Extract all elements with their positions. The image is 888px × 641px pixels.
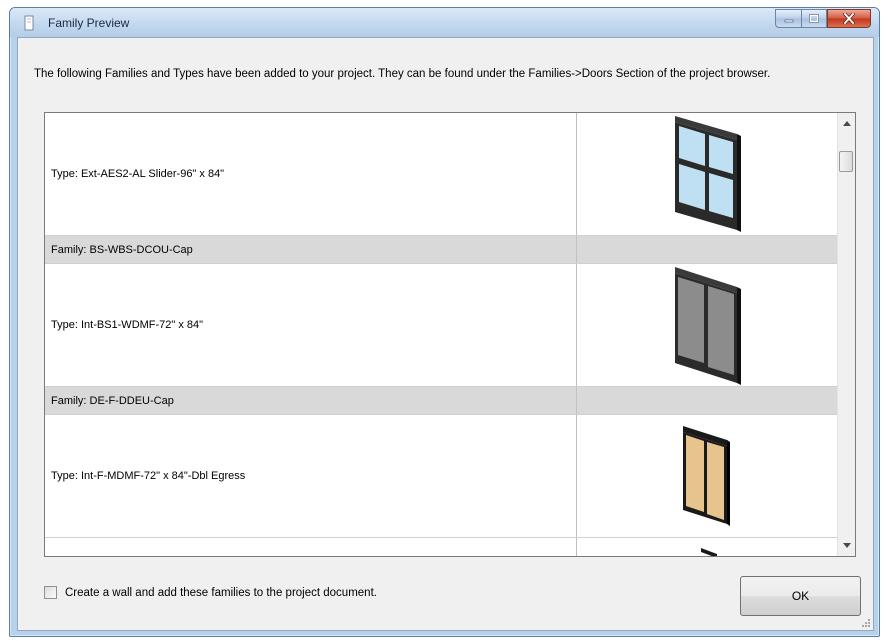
vertical-scrollbar[interactable] xyxy=(837,113,855,556)
list-item-type[interactable]: Type: Int-F-MDMF-72" x 84"-Dbl Egress xyxy=(45,415,837,538)
minimize-button[interactable] xyxy=(775,9,801,28)
type-label: Type: Int-F-MDMF-72" x 84"-Dbl Egress xyxy=(45,415,577,537)
door-preview-icon xyxy=(701,548,717,556)
dialog-body: The following Families and Types have be… xyxy=(17,37,874,631)
family-preview-cell xyxy=(577,236,837,263)
preview-cell xyxy=(577,415,837,537)
title-bar[interactable]: Family Preview xyxy=(10,8,879,37)
preview-cell xyxy=(577,113,837,235)
family-preview-cell xyxy=(577,387,837,414)
list-item-family[interactable]: Family: BS-WBS-DCOU-Cap xyxy=(45,236,837,264)
ok-button[interactable]: OK xyxy=(740,576,861,616)
create-wall-option[interactable]: Create a wall and add these families to … xyxy=(44,586,377,599)
gray-double-door-icon xyxy=(675,267,741,385)
info-message: The following Families and Types have be… xyxy=(34,68,771,80)
type-label xyxy=(45,538,577,556)
close-icon xyxy=(843,13,855,24)
family-list[interactable]: Type: Ext-AES2-AL Slider-96" x 84" Famil… xyxy=(44,112,856,557)
family-preview-window: Family Preview The following Families an… xyxy=(9,7,880,637)
list-item-family[interactable]: Family: DE-F-DDEU-Cap xyxy=(45,387,837,415)
create-wall-label[interactable]: Create a wall and add these families to … xyxy=(65,587,377,599)
scroll-down-button[interactable] xyxy=(838,537,855,554)
preview-cell xyxy=(577,538,837,556)
list-item-type[interactable] xyxy=(45,538,837,556)
minimize-icon xyxy=(784,19,793,22)
arrow-up-icon xyxy=(842,121,851,126)
preview-cell xyxy=(577,264,837,386)
document-icon xyxy=(24,15,34,31)
aluminum-slider-door-icon xyxy=(675,116,741,232)
arrow-down-icon xyxy=(842,543,851,548)
scroll-thumb[interactable] xyxy=(839,151,853,172)
type-label: Type: Int-BS1-WDMF-72" x 84" xyxy=(45,264,577,386)
maximize-icon xyxy=(809,14,819,23)
wood-double-egress-door-icon xyxy=(683,426,730,526)
family-label: Family: BS-WBS-DCOU-Cap xyxy=(45,236,577,263)
window-title: Family Preview xyxy=(48,16,130,30)
scroll-up-button[interactable] xyxy=(838,115,855,132)
caption-buttons xyxy=(775,9,871,28)
list-item-type[interactable]: Type: Int-BS1-WDMF-72" x 84" xyxy=(45,264,837,387)
family-label: Family: DE-F-DDEU-Cap xyxy=(45,387,577,414)
close-button[interactable] xyxy=(827,9,871,28)
list-item-type[interactable]: Type: Ext-AES2-AL Slider-96" x 84" xyxy=(45,113,837,236)
resize-grip-icon[interactable] xyxy=(861,618,871,628)
maximize-button[interactable] xyxy=(801,9,827,28)
type-label: Type: Ext-AES2-AL Slider-96" x 84" xyxy=(45,113,577,235)
create-wall-checkbox[interactable] xyxy=(44,586,57,599)
